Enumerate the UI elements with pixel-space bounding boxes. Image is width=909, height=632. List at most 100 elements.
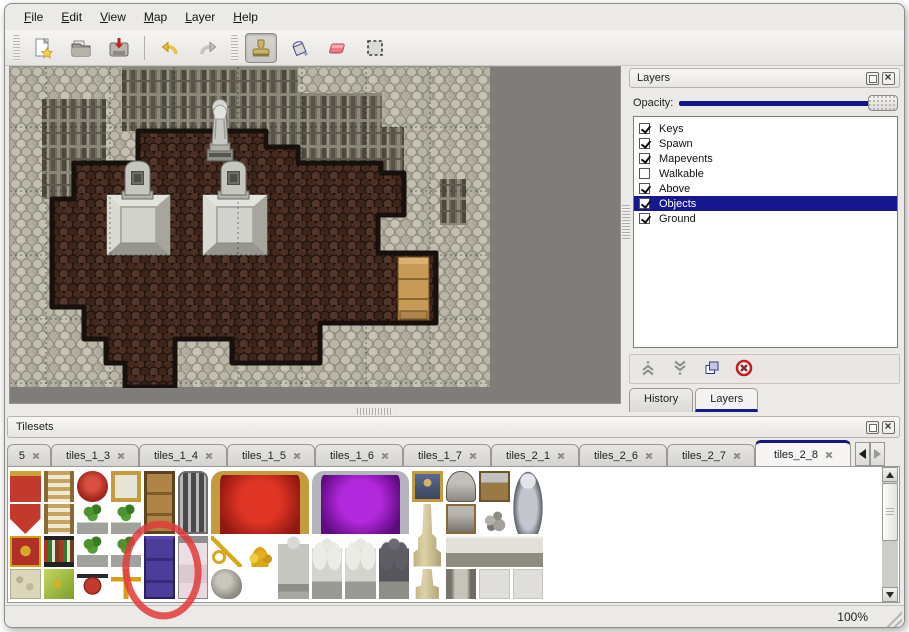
tile-tile-gray[interactable] bbox=[513, 569, 544, 600]
tile-plant-pot[interactable] bbox=[77, 536, 108, 567]
new-file-button[interactable] bbox=[27, 33, 59, 63]
tile-stand[interactable] bbox=[479, 471, 510, 502]
tile-gate-iron[interactable] bbox=[178, 471, 209, 534]
layer-visibility-checkbox[interactable] bbox=[639, 138, 650, 149]
float-panel-icon[interactable] bbox=[866, 72, 879, 85]
layer-row-spawn[interactable]: Spawn bbox=[634, 136, 897, 151]
opacity-slider-track[interactable] bbox=[679, 101, 894, 106]
tileset-content[interactable] bbox=[7, 466, 900, 603]
move-layer-up-button[interactable] bbox=[638, 359, 658, 379]
select-tool-button[interactable] bbox=[359, 33, 391, 63]
scroll-tabs-left-button[interactable] bbox=[855, 442, 870, 466]
layer-row-keys[interactable]: Keys bbox=[634, 121, 897, 136]
layer-visibility-checkbox[interactable] bbox=[639, 198, 650, 209]
tile-bookshelf[interactable] bbox=[44, 536, 75, 567]
menu-edit[interactable]: Edit bbox=[52, 6, 91, 28]
tab-close-icon[interactable]: × bbox=[381, 449, 388, 463]
tileset-tab-5[interactable]: 5× bbox=[7, 444, 51, 467]
tab-close-icon[interactable]: × bbox=[645, 449, 652, 463]
horizontal-splitter[interactable] bbox=[357, 408, 393, 415]
move-layer-down-button[interactable] bbox=[670, 359, 690, 379]
tileset-tab-tiles_1_7[interactable]: tiles_1_7× bbox=[403, 444, 491, 467]
tileset-tab-tiles_1_3[interactable]: tiles_1_3× bbox=[51, 444, 139, 467]
tileset-scrollbar[interactable] bbox=[882, 467, 898, 602]
close-panel-icon[interactable] bbox=[882, 72, 895, 85]
layer-row-objects[interactable]: Objects bbox=[634, 196, 897, 211]
tab-close-icon[interactable]: × bbox=[293, 449, 300, 463]
scrollbar-thumb[interactable] bbox=[882, 483, 898, 541]
tile-angel[interactable] bbox=[312, 536, 343, 599]
tile-angel[interactable] bbox=[345, 536, 376, 599]
tileset-tab-tiles_1_4[interactable]: tiles_1_4× bbox=[139, 444, 227, 467]
tile-gargoyle[interactable] bbox=[379, 536, 410, 599]
layer-visibility-checkbox[interactable] bbox=[639, 168, 650, 179]
layer-row-mapevents[interactable]: Mapevents bbox=[634, 151, 897, 166]
tile-plant[interactable] bbox=[111, 536, 142, 567]
tab-close-icon[interactable]: × bbox=[825, 448, 832, 462]
tile-gold-pile[interactable] bbox=[245, 536, 276, 567]
tile-loom[interactable] bbox=[44, 504, 75, 535]
dock-tab-layers[interactable]: Layers bbox=[695, 388, 758, 412]
menu-view[interactable]: View bbox=[91, 6, 135, 28]
stamp-tool-button[interactable] bbox=[245, 33, 277, 63]
tile-wheel[interactable] bbox=[77, 569, 108, 600]
tile-scepter[interactable] bbox=[111, 569, 142, 600]
resize-grip[interactable] bbox=[885, 610, 902, 627]
map-canvas[interactable] bbox=[10, 67, 491, 388]
close-panel-icon[interactable] bbox=[882, 421, 895, 434]
fill-tool-button[interactable] bbox=[283, 33, 315, 63]
tile-tile-gray[interactable] bbox=[479, 569, 510, 600]
tileset-tab-tiles_2_6[interactable]: tiles_2_6× bbox=[579, 444, 667, 467]
layer-row-above[interactable]: Above bbox=[634, 181, 897, 196]
layer-visibility-checkbox[interactable] bbox=[639, 123, 650, 134]
eraser-tool-button[interactable] bbox=[321, 33, 353, 63]
scroll-up-button[interactable] bbox=[882, 467, 898, 482]
tab-close-icon[interactable]: × bbox=[733, 449, 740, 463]
tab-close-icon[interactable]: × bbox=[32, 449, 39, 463]
tile-armor[interactable] bbox=[513, 471, 544, 534]
tile-door-purple[interactable] bbox=[144, 536, 175, 599]
tileset-tab-tiles_1_6[interactable]: tiles_1_6× bbox=[315, 444, 403, 467]
tile-cushion[interactable] bbox=[77, 471, 108, 502]
layer-row-walkable[interactable]: Walkable bbox=[634, 166, 897, 181]
tile-throne-purple[interactable] bbox=[312, 471, 410, 534]
tile-casket[interactable] bbox=[446, 471, 477, 502]
tile-rubble[interactable] bbox=[479, 504, 510, 535]
undo-button[interactable] bbox=[154, 33, 186, 63]
toolbar-handle[interactable] bbox=[231, 35, 238, 61]
menu-help[interactable]: Help bbox=[224, 6, 267, 28]
tab-close-icon[interactable]: × bbox=[557, 449, 564, 463]
layer-visibility-checkbox[interactable] bbox=[639, 153, 650, 164]
tile-loom[interactable] bbox=[44, 471, 75, 502]
tile-gold-key[interactable] bbox=[211, 536, 242, 567]
tile-casket2[interactable] bbox=[446, 504, 477, 535]
tileset-tab-tiles_1_5[interactable]: tiles_1_5× bbox=[227, 444, 315, 467]
tile-flag-green[interactable] bbox=[44, 569, 75, 600]
duplicate-layer-button[interactable] bbox=[702, 359, 722, 379]
delete-layer-button[interactable] bbox=[734, 359, 754, 379]
tile-statue[interactable] bbox=[278, 536, 309, 599]
opacity-slider-handle[interactable] bbox=[868, 95, 898, 111]
tile-pillar[interactable] bbox=[446, 569, 477, 600]
tab-close-icon[interactable]: × bbox=[117, 449, 124, 463]
tileset-tab-tiles_2_1[interactable]: tiles_2_1× bbox=[491, 444, 579, 467]
tile-parchment[interactable] bbox=[10, 569, 41, 600]
menu-layer[interactable]: Layer bbox=[176, 6, 224, 28]
tile-rock[interactable] bbox=[211, 569, 242, 600]
tile-obelisk[interactable] bbox=[412, 504, 443, 567]
menu-map[interactable]: Map bbox=[135, 6, 176, 28]
redo-button[interactable] bbox=[192, 33, 224, 63]
layer-row-ground[interactable]: Ground bbox=[634, 211, 897, 226]
float-panel-icon[interactable] bbox=[866, 421, 879, 434]
tab-close-icon[interactable]: × bbox=[469, 449, 476, 463]
tile-plant[interactable] bbox=[111, 504, 142, 535]
tileset-tab-tiles_2_8[interactable]: tiles_2_8× bbox=[755, 440, 851, 467]
tab-close-icon[interactable]: × bbox=[205, 449, 212, 463]
tile-emblem[interactable] bbox=[10, 536, 41, 567]
map-view[interactable] bbox=[9, 66, 621, 404]
layer-visibility-checkbox[interactable] bbox=[639, 213, 650, 224]
layer-visibility-checkbox[interactable] bbox=[639, 183, 650, 194]
tile-portrait[interactable] bbox=[412, 471, 443, 502]
toolbar-handle[interactable] bbox=[13, 35, 20, 61]
menu-file[interactable]: File bbox=[15, 6, 52, 28]
